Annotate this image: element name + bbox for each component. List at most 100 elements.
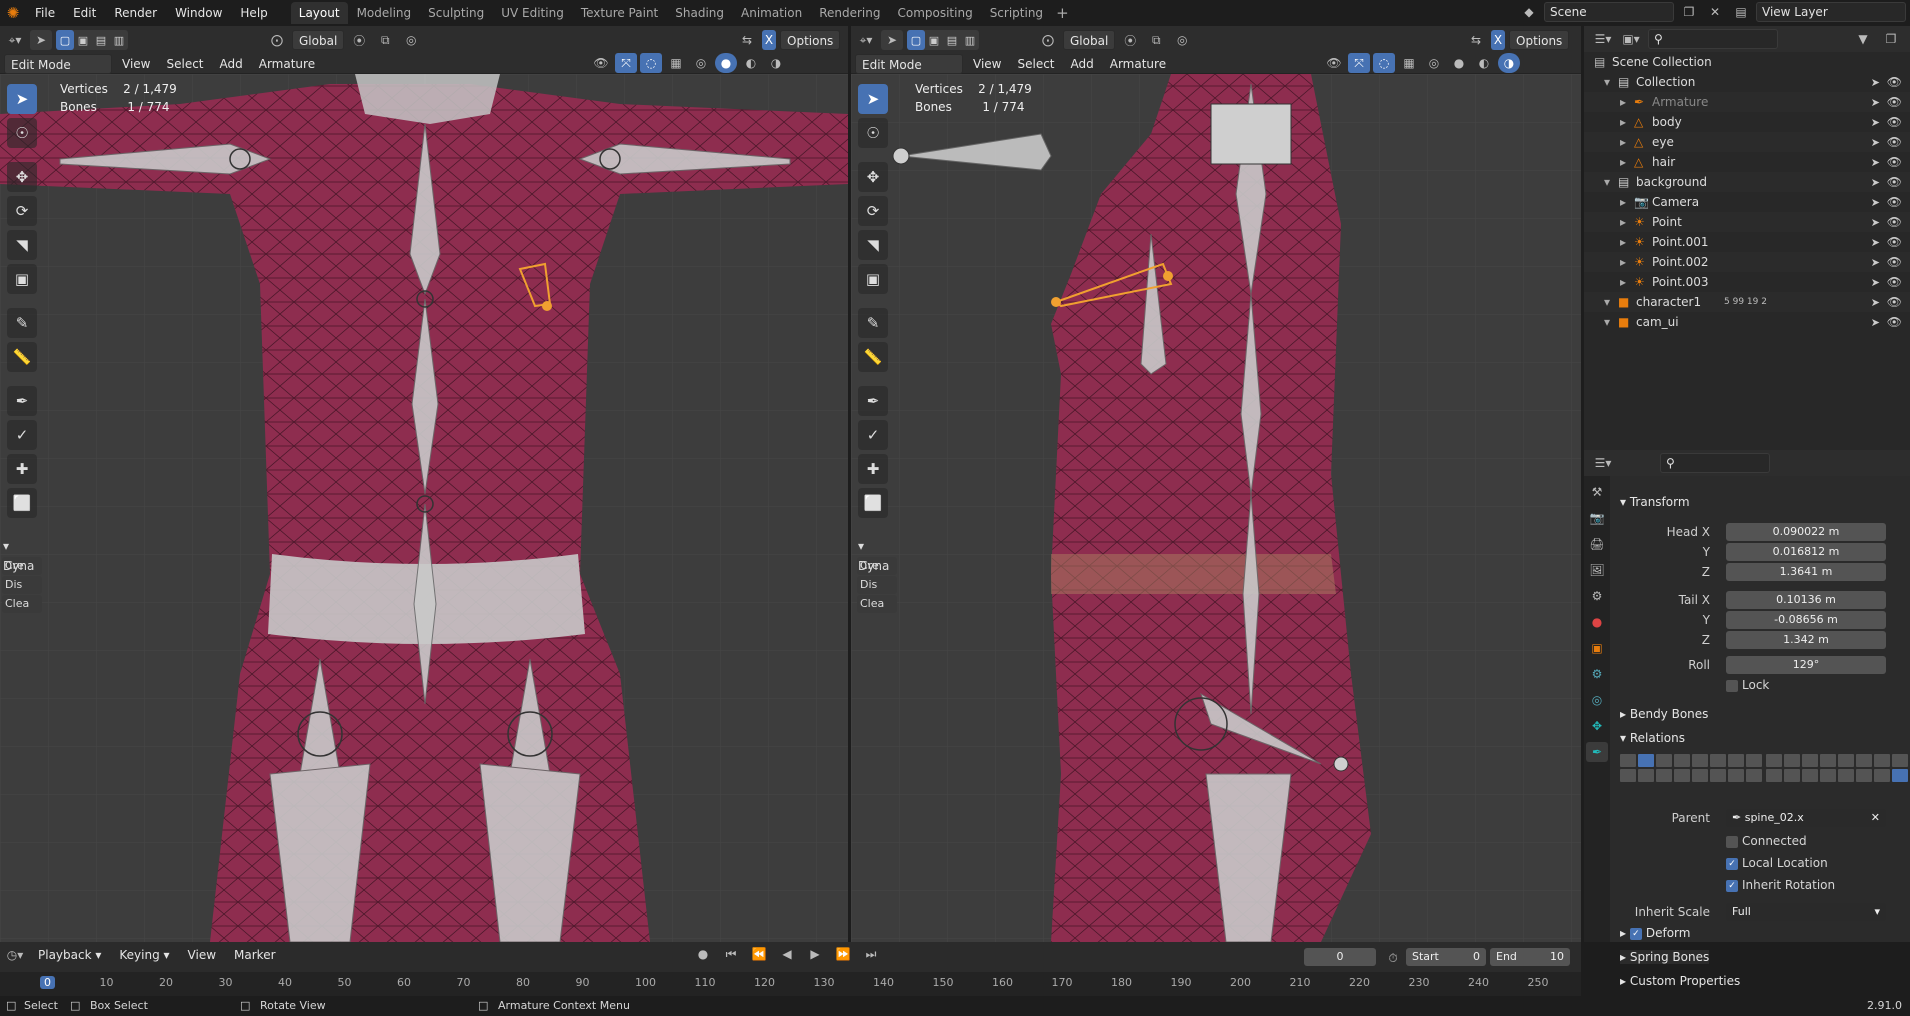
inherit-rotation-checkbox-box[interactable]: ✓ — [1726, 879, 1738, 892]
outliner-row-background[interactable]: ▾ ▤ background ➤ 👁 — [1584, 172, 1910, 192]
scale-icon[interactable]: ◥ — [7, 230, 37, 260]
scene-name-field[interactable]: Scene — [1544, 2, 1674, 22]
menu-select-right[interactable]: Select — [1011, 54, 1060, 74]
material-shading-icon-right[interactable]: ◐ — [1473, 53, 1495, 73]
tweak-tool-icon-right[interactable]: ➤ — [881, 30, 903, 50]
outliner-row-hair[interactable]: ▸ △ hair ➤ 👁 — [1584, 152, 1910, 172]
mode-dropdown-right[interactable]: Edit Mode — [855, 54, 963, 74]
select-box-icon[interactable]: ➤ — [7, 84, 37, 114]
menu-add-right[interactable]: Add — [1065, 54, 1100, 74]
current-frame-field[interactable]: 0 — [1304, 948, 1376, 966]
cursor-icon[interactable]: ☉ — [7, 118, 37, 148]
bone-layer-toggle[interactable] — [1820, 754, 1836, 767]
bone-layer-toggle[interactable] — [1802, 769, 1818, 782]
scale-icon-right[interactable]: ◥ — [858, 230, 888, 260]
bone-layer-toggle[interactable] — [1638, 769, 1654, 782]
outliner-row-scene-collection[interactable]: ▤ Scene Collection — [1584, 52, 1910, 72]
pivot-icon-right[interactable]: ⦿ — [1119, 30, 1141, 50]
blender-logo-icon[interactable]: ✺ — [0, 0, 26, 26]
bone-envelope-icon[interactable]: ⬜ — [7, 488, 37, 518]
frame-ruler[interactable]: 0 10 20 30 40 50 60 70 80 90 100 110 120 130 140 150 160… — [0, 972, 1581, 996]
prev-keyframe-icon[interactable]: ⏪ — [748, 944, 770, 964]
visibility-eye-icon[interactable]: 👁 — [1887, 275, 1902, 289]
dyna-clear-button[interactable]: Clea — [2, 595, 42, 613]
jump-end-icon[interactable]: ⏭ — [860, 944, 882, 964]
filter-icon[interactable]: ▼ — [1852, 29, 1874, 49]
selectable-icon[interactable]: ➤ — [1871, 156, 1880, 169]
overlay-icon-right[interactable]: ◌ — [1373, 53, 1395, 73]
expand-arrow-icon[interactable]: ▾ — [1604, 75, 1610, 89]
bone-layer-toggle[interactable] — [1620, 769, 1636, 782]
roll-icon-right[interactable]: ✒ — [858, 386, 888, 416]
wireframe-shading-icon[interactable]: ◎ — [690, 53, 712, 73]
tail-y-field[interactable]: -0.08656 m — [1726, 611, 1886, 629]
expand-arrow-icon[interactable]: ▸ — [1620, 95, 1626, 109]
visibility-eye-icon[interactable]: 👁 — [1887, 175, 1902, 189]
menu-view-right[interactable]: View — [967, 54, 1007, 74]
timeline-editor-icon[interactable]: ◷▾ — [4, 945, 26, 965]
extrude-icon-right[interactable]: ✚ — [858, 454, 888, 484]
bone-layer-toggle[interactable] — [1874, 769, 1890, 782]
custom-properties-header[interactable]: ▸ Custom Properties — [1620, 974, 1740, 988]
visibility-eye-icon[interactable]: 👁 — [1887, 255, 1902, 269]
select-box-icon-right[interactable]: ➤ — [858, 84, 888, 114]
options-dropdown[interactable]: Options — [780, 30, 841, 50]
x-mirror-toggle[interactable]: X — [762, 30, 776, 50]
clear-parent-icon[interactable]: ✕ — [1871, 809, 1886, 827]
menu-render[interactable]: Render — [105, 2, 166, 24]
tail-x-field[interactable]: 0.10136 m — [1726, 591, 1886, 609]
bone-layer-toggle[interactable] — [1892, 769, 1908, 782]
selectable-icon[interactable]: ➤ — [1871, 196, 1880, 209]
orientation-dropdown-right[interactable]: Global — [1063, 30, 1116, 50]
outliner-row-point[interactable]: ▸ ☀ Point ➤ 👁 — [1584, 212, 1910, 232]
world-tab-icon[interactable]: ● — [1586, 612, 1608, 632]
end-frame-field[interactable]: End 10 — [1490, 948, 1570, 966]
bone-layer-toggle[interactable] — [1638, 754, 1654, 767]
editor-type-icon-right[interactable]: ⌖▾ — [855, 30, 877, 50]
bone-tab-icon[interactable]: ✒ — [1586, 742, 1608, 762]
bone-layer-toggle[interactable] — [1766, 754, 1782, 767]
wireframe-shading-icon-right[interactable]: ◎ — [1423, 53, 1445, 73]
tab-sculpting[interactable]: Sculpting — [420, 2, 492, 24]
menu-window[interactable]: Window — [166, 2, 231, 24]
bone-layer-toggle[interactable] — [1710, 754, 1726, 767]
outliner-row-cam-ui[interactable]: ▾ ■ cam_ui ➤ 👁 — [1584, 312, 1910, 332]
play-reverse-icon[interactable]: ◀ — [776, 944, 798, 964]
inherit-scale-dropdown[interactable]: Full ▾ — [1726, 903, 1886, 921]
dyna-dissolve-button[interactable]: Dis — [2, 576, 42, 594]
orientation-dropdown[interactable]: Global — [292, 30, 345, 50]
tab-compositing[interactable]: Compositing — [889, 2, 980, 24]
outliner-editor-icon[interactable]: ☰▾ — [1592, 29, 1614, 49]
dyna-clear-button-right[interactable]: Clea — [857, 595, 897, 613]
modifier-tab-icon[interactable]: ⚙ — [1586, 664, 1608, 684]
mirror-icon[interactable]: ⇆ — [736, 30, 758, 50]
rotate-icon[interactable]: ⟳ — [7, 196, 37, 226]
menu-select[interactable]: Select — [160, 54, 209, 74]
bone-layer-toggle[interactable] — [1656, 769, 1672, 782]
selectable-icon[interactable]: ➤ — [1871, 236, 1880, 249]
proportional-edit-icon-right[interactable]: ◎ — [1171, 30, 1193, 50]
right-viewport[interactable]: ➤ ☉ ✥ ⟳ ◥ ▣ ✎ 📏 ✒ ✓ ✚ ⬜ Vertices 2 / 1,4… — [851, 74, 1581, 942]
spring-bones-header[interactable]: ▸ Spring Bones — [1620, 950, 1710, 964]
bone-layer-toggle[interactable] — [1766, 769, 1782, 782]
object-tab-icon[interactable]: ▣ — [1586, 638, 1608, 658]
outliner-row-camera[interactable]: ▸ 📷 Camera ➤ 👁 — [1584, 192, 1910, 212]
visibility-eye-icon[interactable]: 👁 — [1887, 115, 1902, 129]
measure-icon-right[interactable]: 📏 — [858, 342, 888, 372]
transform-icon[interactable]: ▣ — [7, 264, 37, 294]
expand-arrow-icon[interactable]: ▸ — [1620, 255, 1626, 269]
new-collection-icon[interactable]: ❐ — [1880, 29, 1902, 49]
bendy-bones-header[interactable]: ▸ Bendy Bones — [1620, 704, 1708, 724]
move-icon-right[interactable]: ✥ — [858, 162, 888, 192]
tweak-tool-icon[interactable]: ➤ — [30, 30, 52, 50]
menu-armature-right[interactable]: Armature — [1104, 54, 1172, 74]
properties-search[interactable]: ⚲ — [1660, 453, 1770, 473]
xray-icon-right[interactable]: ▦ — [1398, 53, 1420, 73]
visibility-eye-icon[interactable]: 👁 — [1887, 235, 1902, 249]
gizmo-icon[interactable]: ⤧ — [615, 53, 637, 73]
bone-size-icon[interactable]: ✓ — [7, 420, 37, 450]
expand-arrow-icon[interactable]: ▸ — [1620, 235, 1626, 249]
data-tab-icon[interactable]: ✥ — [1586, 716, 1608, 736]
options-dropdown-right[interactable]: Options — [1509, 30, 1570, 50]
snap-icon-right[interactable]: ⧉ — [1145, 30, 1167, 50]
